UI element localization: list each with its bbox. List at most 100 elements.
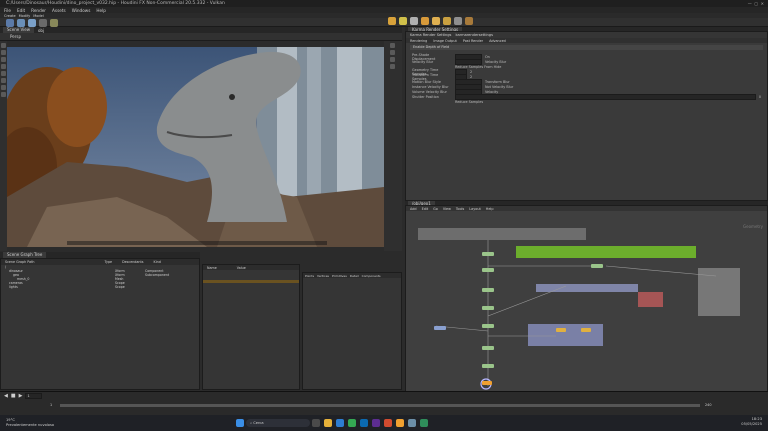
tab-primitives[interactable]: Primitives (332, 274, 347, 278)
prop-row[interactable]: Reduce Samples (412, 99, 761, 104)
tube-tool-icon[interactable] (28, 18, 36, 27)
start-frame[interactable]: 1 (50, 403, 52, 407)
edge-icon[interactable] (336, 419, 345, 427)
menu-windows[interactable]: Windows (72, 8, 91, 13)
window-controls[interactable]: — ▢ ✕ (748, 1, 764, 6)
sky-light-icon[interactable] (432, 17, 440, 25)
camera-icon[interactable] (390, 64, 395, 69)
weather-desc: Prevalentemente nuvoloso (6, 423, 55, 427)
network-node[interactable] (482, 306, 494, 310)
node-name-label: karmarendersettings (455, 33, 493, 37)
col-type[interactable]: Type (105, 260, 113, 264)
menu-help[interactable]: Help (96, 8, 106, 13)
network-node[interactable] (482, 324, 494, 328)
task-view-icon[interactable] (312, 419, 321, 427)
tab-points[interactable]: Points (305, 274, 314, 278)
houdini-icon[interactable] (396, 419, 405, 427)
grid-tool-icon[interactable] (39, 18, 47, 27)
tab-rendering[interactable]: Rendering (410, 39, 427, 43)
network-editor[interactable]: Add Edit Go View Tools Layout Help Geome… (405, 205, 768, 399)
store-icon[interactable] (360, 419, 369, 427)
shelf-tab-create[interactable]: Create (4, 14, 16, 18)
vs-icon[interactable] (372, 419, 381, 427)
camera-tool-icon[interactable] (410, 17, 418, 25)
table-row[interactable]: lights Scope (1, 285, 199, 289)
network-wires (435, 240, 717, 390)
node-type-label: Karma Render Settings (410, 33, 452, 37)
spot-light-icon[interactable] (399, 17, 407, 25)
menu-file[interactable]: File (4, 8, 11, 13)
stop-button[interactable]: ■ (11, 393, 16, 399)
search-input[interactable]: ⌕ Cerca (246, 419, 311, 427)
portal-light-icon[interactable] (465, 17, 473, 25)
view-icon[interactable] (1, 78, 6, 83)
app-icon-2[interactable] (420, 419, 429, 427)
frame-field[interactable]: 1 (25, 393, 43, 399)
shelf-tab-modify[interactable]: Modify (19, 14, 31, 18)
display-icon[interactable] (390, 43, 395, 48)
menu-render[interactable]: Render (31, 8, 46, 13)
file-explorer-icon[interactable] (324, 419, 333, 427)
network-node[interactable] (482, 364, 494, 368)
pose-icon[interactable] (1, 85, 6, 90)
geo-light-icon[interactable] (454, 17, 462, 25)
col-name[interactable]: Name (207, 266, 217, 270)
network-node[interactable] (581, 328, 591, 332)
viewport-path[interactable]: obj (38, 28, 44, 33)
tab-vertices[interactable]: Vertices (317, 274, 329, 278)
network-node[interactable] (482, 252, 494, 256)
col-kind[interactable]: Kind (154, 260, 161, 264)
area-light-icon[interactable] (421, 17, 429, 25)
dinosaur-render (7, 47, 384, 247)
viewport-right-toolbar (384, 41, 402, 251)
network-node-output[interactable] (482, 381, 492, 385)
env-light-icon[interactable] (443, 17, 451, 25)
viewport-render[interactable] (7, 47, 384, 247)
handle-icon[interactable] (1, 71, 6, 76)
app-icon[interactable] (384, 419, 393, 427)
timeline-bar[interactable] (60, 404, 700, 407)
end-frame[interactable]: 240 (705, 403, 711, 407)
title-bar: C:/Users/Dinosaur/Houdini/dino_project_v… (0, 0, 768, 7)
prop-row[interactable]: Shutter Position 0 (412, 93, 761, 100)
col-path[interactable]: Scene Graph Path (5, 260, 35, 264)
network-node[interactable] (556, 328, 566, 332)
tab-image-output[interactable]: Image Output (433, 39, 456, 43)
section-header[interactable]: Enable Depth of Field (410, 45, 763, 50)
camera-label[interactable]: Persp (10, 34, 21, 39)
tab-detail[interactable]: Detail (350, 274, 359, 278)
network-node[interactable] (482, 346, 494, 350)
col-value[interactable]: Value (237, 266, 246, 270)
network-node[interactable] (591, 264, 603, 268)
rotate-icon[interactable] (1, 57, 6, 62)
tab-advanced[interactable]: Advanced (489, 39, 506, 43)
chrome-icon[interactable] (348, 419, 357, 427)
timeline[interactable]: ◀ ■ ▶ 1 1 240 (0, 391, 768, 415)
tab-post-render[interactable]: Post Render (463, 39, 483, 43)
network-node[interactable] (482, 288, 494, 292)
snap-icon[interactable] (1, 92, 6, 97)
sphere-tool-icon[interactable] (6, 18, 14, 27)
menu-assets[interactable]: Assets (52, 8, 66, 13)
clock-date[interactable]: 05/05/2025 (741, 422, 762, 427)
select-icon[interactable] (1, 43, 6, 48)
scale-icon[interactable] (1, 64, 6, 69)
col-descendants[interactable]: Descendants (122, 260, 143, 264)
menu-edit[interactable]: Edit (17, 8, 25, 13)
network-node[interactable] (482, 268, 494, 272)
network-node[interactable] (434, 326, 446, 330)
play-button[interactable]: ▶ (19, 393, 23, 399)
tab-components[interactable]: Components (362, 274, 381, 278)
selected-row[interactable] (203, 280, 299, 283)
lighting-icon[interactable] (390, 57, 395, 62)
box-tool-icon[interactable] (17, 18, 25, 27)
shading-icon[interactable] (390, 50, 395, 55)
play-back-button[interactable]: ◀ (4, 393, 8, 399)
photos-icon[interactable] (408, 419, 417, 427)
spreadsheet-panel: Points Vertices Primitives Detail Compon… (302, 272, 402, 390)
light-tool-icon[interactable] (388, 17, 396, 25)
move-icon[interactable] (1, 50, 6, 55)
curve-tool-icon[interactable] (50, 18, 58, 27)
shelf-tab-model[interactable]: Model (33, 14, 44, 18)
windows-start-icon[interactable] (236, 419, 245, 427)
